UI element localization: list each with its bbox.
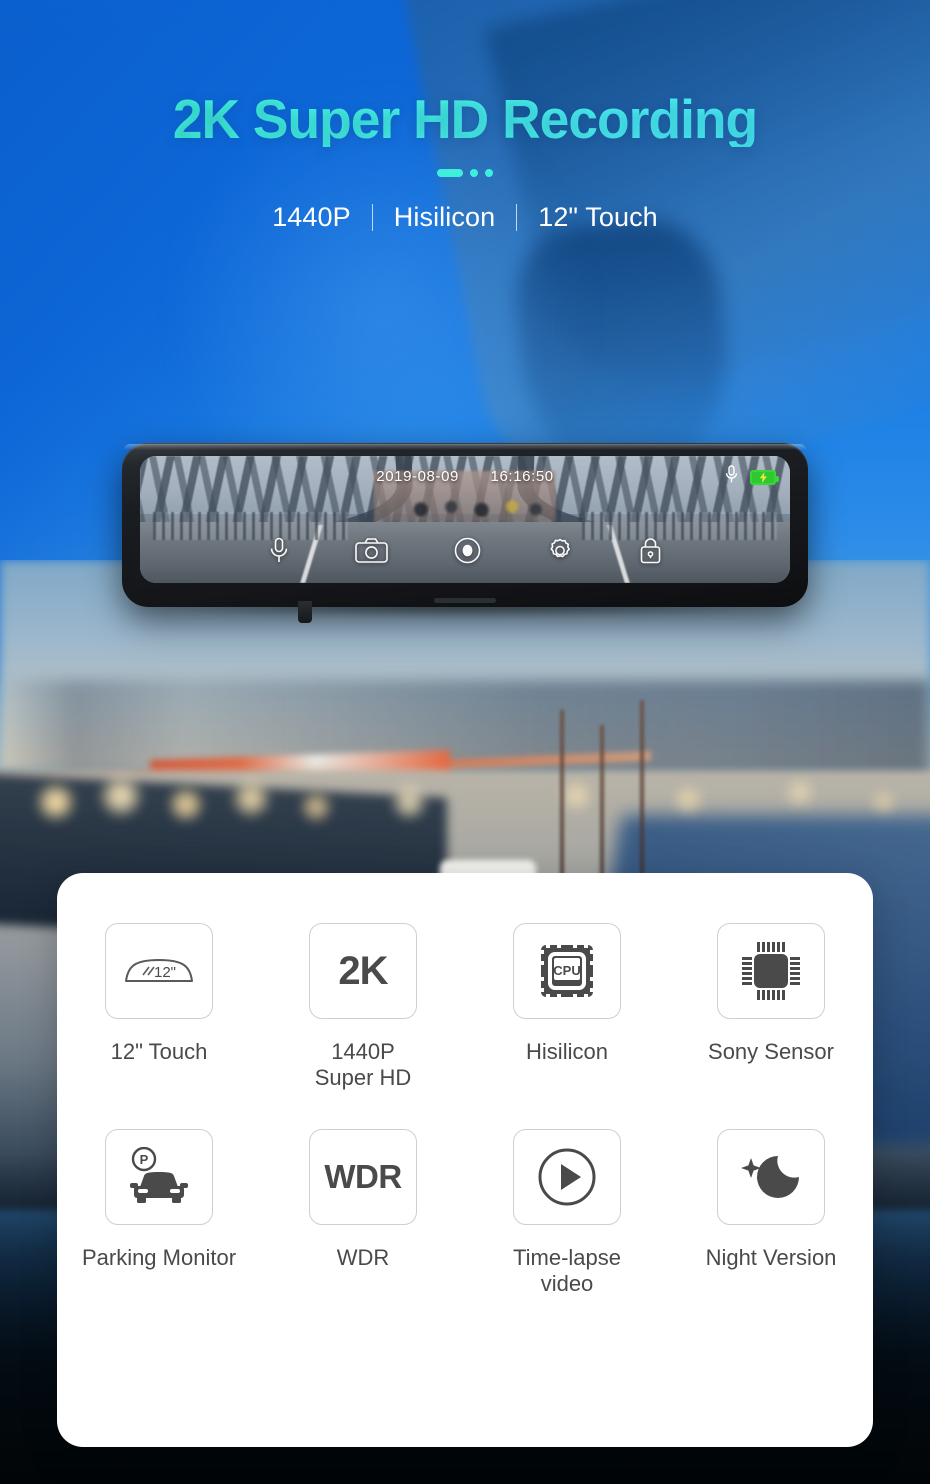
page-title: 2K Super HD Recording <box>14 92 916 147</box>
feature-label: 12" Touch <box>110 1039 208 1064</box>
sensor-chip-icon <box>717 923 825 1019</box>
feature-label-line2: video <box>540 1270 594 1296</box>
feature-1440p[interactable]: 2K 1440P Super HD <box>261 923 465 1091</box>
device-screen[interactable]: 2019-08-09 16:16:50 <box>140 456 790 583</box>
screen-pedestrians <box>387 491 556 517</box>
scene-streetlamp <box>560 710 564 900</box>
product-banner: 2K Super HD Recording 1440P Hisilicon 12… <box>0 0 930 1484</box>
cpu-chip-icon: CPU <box>513 923 621 1019</box>
osd-status-bar <box>725 465 779 489</box>
screen-railing-left <box>153 511 348 540</box>
feature-label-line2: Super HD <box>314 1064 412 1090</box>
mirror-screen-icon: 12" <box>105 923 213 1019</box>
record-icon[interactable] <box>454 537 481 569</box>
spec-screen: 12" Touch <box>538 202 658 232</box>
microphone-icon[interactable] <box>269 537 289 569</box>
tile-text-wdr: WDR <box>324 1157 402 1195</box>
feature-hisilicon[interactable]: CPU Hisilicon <box>465 923 669 1091</box>
osd-date: 2019-08-09 <box>376 468 459 485</box>
features-grid-row1: 12" 12" Touch 2K 1440P Super HD CPU Hisi… <box>57 923 873 1297</box>
feature-night-version[interactable]: Night Version <box>669 1128 873 1297</box>
feature-label-line1: Time-lapse <box>513 1244 621 1270</box>
feature-label: Night Version <box>705 1244 837 1270</box>
feature-label: Hisilicon <box>526 1039 608 1064</box>
feature-label: Parking Monitor <box>81 1244 237 1270</box>
divider-dot <box>485 169 493 177</box>
feature-label: Sony Sensor <box>708 1039 834 1064</box>
decorative-divider <box>0 169 930 177</box>
feature-label-line1: 1440P <box>331 1039 395 1064</box>
feature-label: WDR <box>336 1244 390 1270</box>
feature-parking-monitor[interactable]: P Parking Monitor <box>57 1128 261 1297</box>
feature-wdr[interactable]: WDR WDR <box>261 1128 465 1297</box>
feature-label: Time-lapse video <box>513 1245 621 1297</box>
device-stem <box>298 601 312 623</box>
play-circle-icon <box>513 1128 621 1225</box>
feature-sony-sensor[interactable]: Sony Sensor <box>669 923 873 1091</box>
device-notch <box>434 598 496 603</box>
camera-icon[interactable] <box>354 538 388 568</box>
lock-icon[interactable] <box>639 537 662 569</box>
svg-text:CPU: CPU <box>553 963 580 978</box>
scene-city-lights <box>0 730 930 850</box>
spec-resolution: 1440P <box>272 202 351 232</box>
osd-timestamp: 2019-08-09 16:16:50 <box>140 468 790 485</box>
dashcam-mirror-device: 2019-08-09 16:16:50 <box>122 443 808 623</box>
svg-text:P: P <box>140 1152 149 1167</box>
screen-railing-right <box>582 511 777 540</box>
moon-stars-icon <box>717 1128 825 1225</box>
feature-time-lapse[interactable]: Time-lapse video <box>465 1128 669 1297</box>
divider-dash <box>437 169 463 177</box>
feature-label: 1440P Super HD <box>315 1039 412 1091</box>
microphone-icon <box>725 465 738 489</box>
feature-12-touch[interactable]: 12" 12" Touch <box>57 923 261 1091</box>
parking-car-icon: P <box>105 1128 213 1225</box>
spec-chipset: Hisilicon <box>393 202 496 232</box>
osd-control-bar <box>140 537 790 569</box>
svg-text:12": 12" <box>154 964 176 981</box>
banner-header: 2K Super HD Recording 1440P Hisilicon 12… <box>0 0 930 233</box>
wdr-icon: WDR <box>309 1128 417 1225</box>
tile-text-2k: 2K <box>338 948 388 993</box>
features-card: 12" 12" Touch 2K 1440P Super HD CPU Hisi… <box>57 873 873 1447</box>
settings-gear-icon[interactable] <box>547 538 573 569</box>
osd-time-value: 16:16:50 <box>490 468 554 485</box>
device-bezel: 2019-08-09 16:16:50 <box>122 443 808 607</box>
divider-dot <box>470 169 478 177</box>
spec-list: 1440P Hisilicon 12" Touch <box>0 202 930 233</box>
battery-charging-icon <box>750 469 779 485</box>
resolution-2k-icon: 2K <box>309 923 417 1019</box>
